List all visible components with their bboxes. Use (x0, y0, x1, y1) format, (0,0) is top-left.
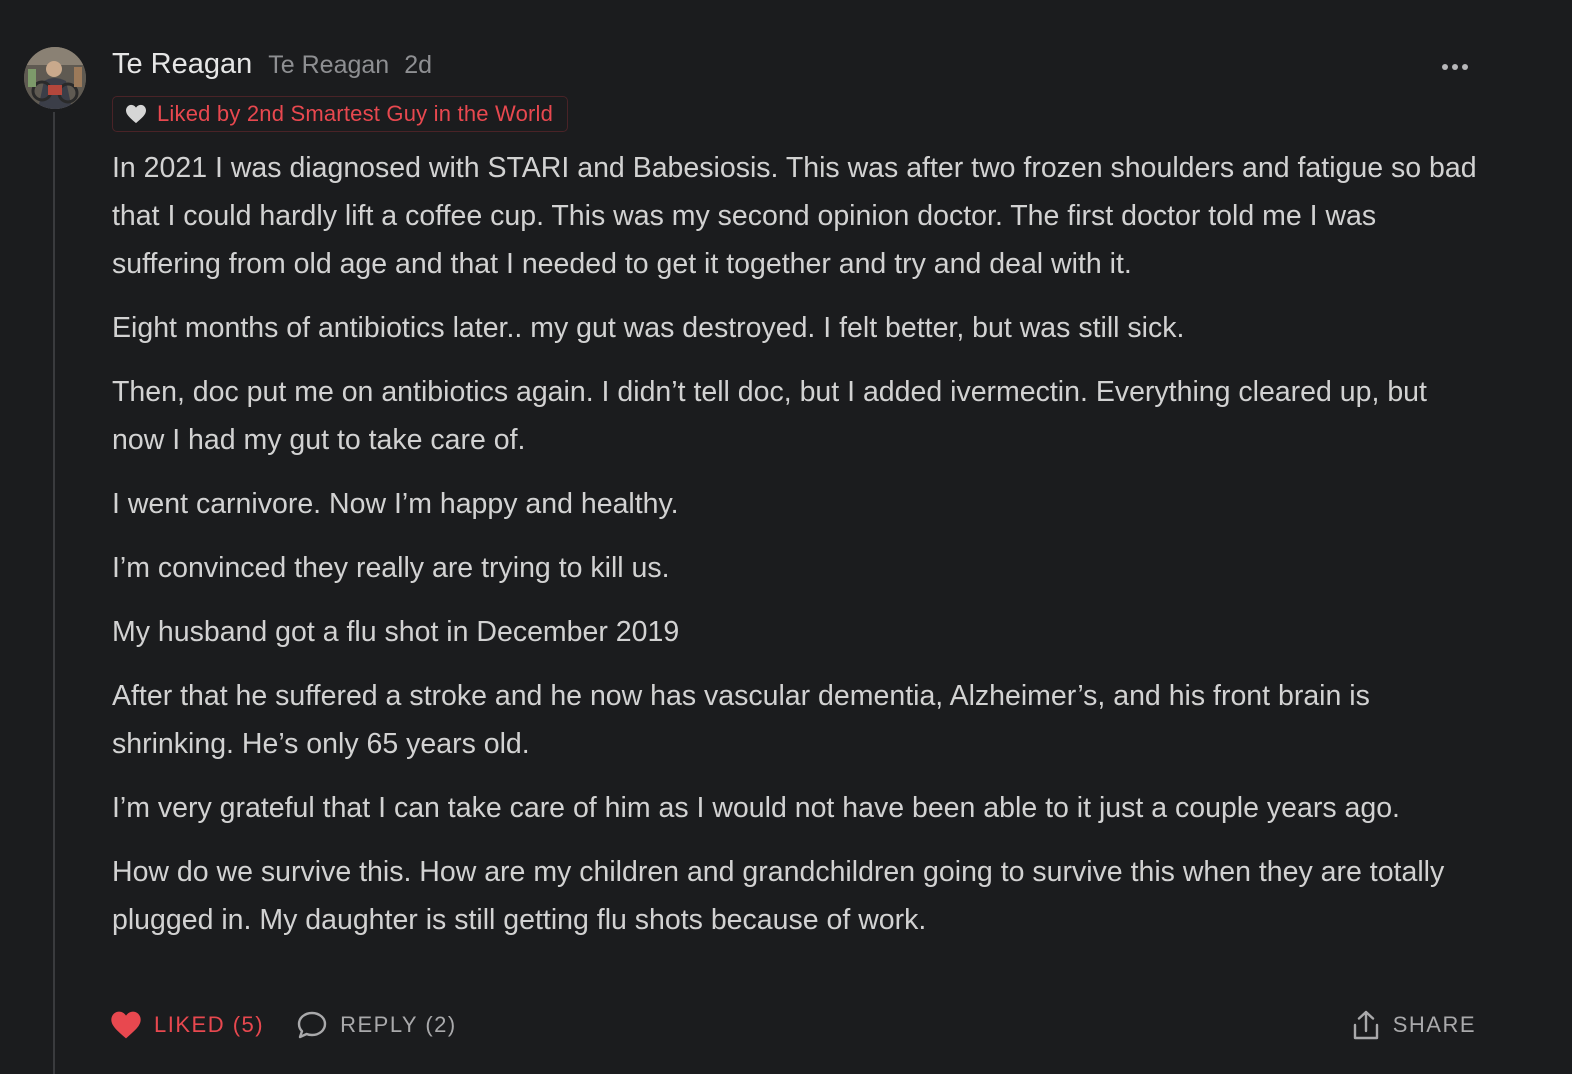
comment-paragraph: Eight months of antibiotics later.. my g… (112, 312, 1185, 344)
like-label: LIKED (5) (154, 1012, 265, 1037)
speech-bubble-icon (297, 1011, 327, 1039)
more-horizontal-icon-dot (1462, 64, 1468, 70)
comment-paragraph: In 2021 I was diagnosed with STARI and B… (112, 152, 1477, 280)
avatar-image (24, 47, 86, 109)
comment-paragraph: My husband got a flu shot in December 20… (112, 616, 680, 648)
author-name[interactable]: Te Reagan (112, 48, 252, 81)
share-icon (1353, 1010, 1378, 1040)
comment-body: In 2021 I was diagnosed with STARI and B… (112, 144, 1484, 960)
comment-paragraph: Then, doc put me on antibiotics again. I… (112, 376, 1427, 456)
comment-paragraph: I’m very grateful that I can take care o… (112, 792, 1400, 824)
heart-icon (126, 104, 146, 124)
liked-by-badge: Liked by 2nd Smartest Guy in the World (112, 96, 569, 132)
reply-label: REPLY (2) (340, 1012, 457, 1037)
reply-button[interactable]: REPLY (2) (296, 1010, 457, 1040)
avatar[interactable] (24, 47, 86, 109)
more-horizontal-icon-dot (1452, 64, 1458, 70)
liked-by-text: Liked by 2nd Smartest Guy in the World (157, 101, 554, 126)
comment-paragraph: I went carnivore. Now I’m happy and heal… (112, 488, 679, 520)
more-horizontal-icon (1442, 64, 1448, 70)
like-button[interactable]: LIKED (5) (110, 1010, 264, 1040)
comment-paragraph: I’m convinced they really are trying to … (112, 552, 670, 584)
heart-filled-icon (111, 1011, 141, 1039)
comment-header: Te Reagan Te Reagan 2d (112, 48, 432, 88)
author-handle[interactable]: Te Reagan (268, 51, 389, 80)
comment-actions: LIKED (5) REPLY (2) SHARE (110, 1003, 1476, 1047)
comment-paragraph: After that he suffered a stroke and he n… (112, 680, 1370, 760)
thread-line (53, 112, 55, 1074)
timestamp[interactable]: 2d (404, 51, 432, 80)
more-options-button[interactable] (1436, 56, 1474, 78)
comment-paragraph: How do we survive this. How are my child… (112, 856, 1445, 936)
share-label: SHARE (1392, 1012, 1476, 1037)
share-button[interactable]: SHARE (1351, 1009, 1476, 1041)
